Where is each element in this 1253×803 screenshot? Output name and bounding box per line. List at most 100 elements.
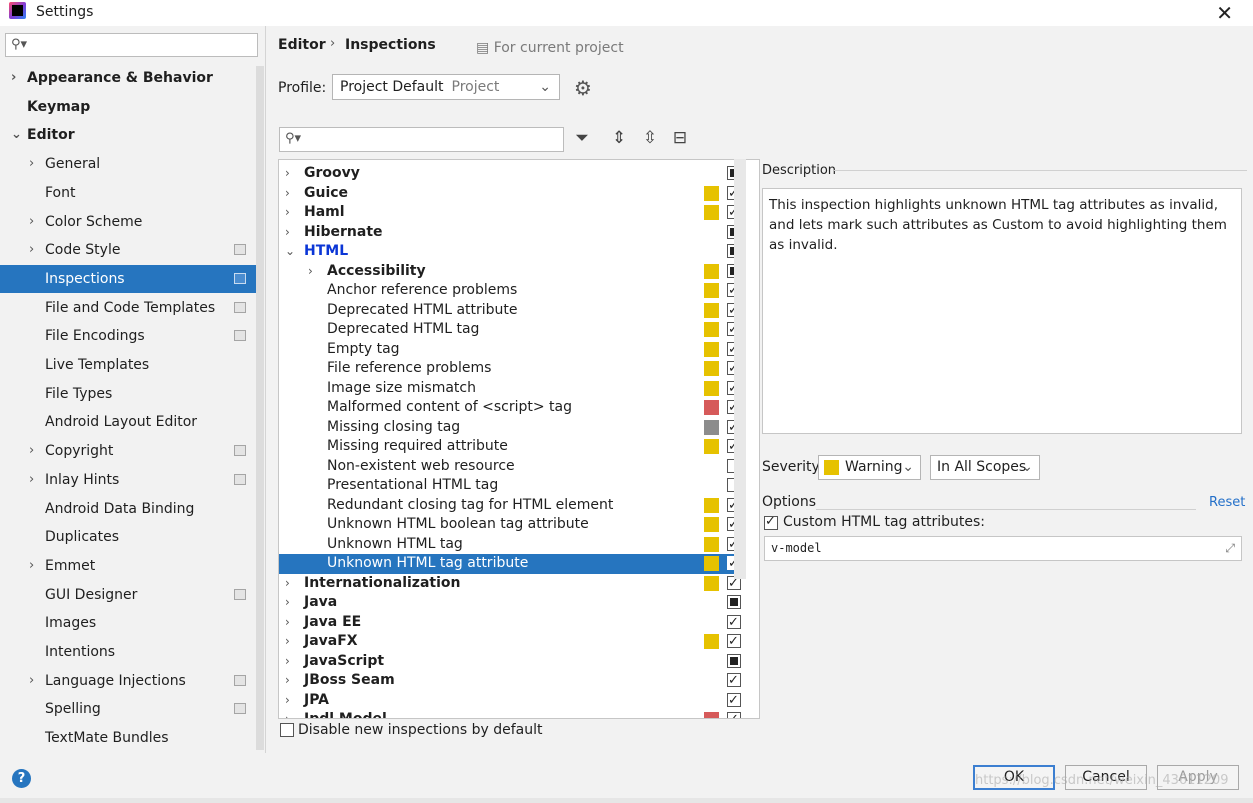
inspection-row[interactable]: › Guice	[279, 184, 745, 204]
chevron-right-icon[interactable]: ›	[285, 593, 290, 612]
chevron-right-icon[interactable]: ›	[29, 437, 34, 465]
chevron-right-icon[interactable]: ›	[285, 710, 290, 718]
sidebar-item-editor[interactable]: ⌄ Editor	[0, 121, 256, 149]
sidebar-item-font[interactable]: Font	[0, 179, 256, 207]
inspection-checkbox[interactable]	[727, 710, 741, 718]
inspection-row[interactable]: › Groovy	[279, 164, 745, 184]
breadcrumb-editor[interactable]: Editor	[278, 37, 326, 53]
inspection-row[interactable]: › Internationalization	[279, 574, 745, 594]
chevron-right-icon[interactable]: ›	[285, 184, 290, 203]
close-icon[interactable]: ✕	[1216, 1, 1233, 25]
sidebar-item-spelling[interactable]: Spelling	[0, 695, 256, 723]
sidebar-item-intentions[interactable]: Intentions	[0, 638, 256, 666]
chevron-right-icon[interactable]: ›	[285, 632, 290, 651]
collapse-all-icon[interactable]: ⇳	[639, 128, 661, 148]
inspection-row[interactable]: Missing required attribute	[279, 437, 745, 457]
chevron-right-icon[interactable]: ›	[308, 262, 313, 281]
inspection-row[interactable]: ⌄ HTML	[279, 242, 745, 262]
chevron-right-icon[interactable]: ›	[29, 150, 34, 178]
sidebar-item-code-style[interactable]: › Code Style	[0, 236, 256, 264]
sidebar-item-live-templates[interactable]: Live Templates	[0, 351, 256, 379]
sidebar-item-appearance-behavior[interactable]: › Appearance & Behavior	[0, 64, 256, 92]
chevron-down-icon[interactable]: ⌄	[11, 121, 22, 149]
chevron-right-icon[interactable]: ›	[29, 552, 34, 580]
inspection-row[interactable]: File reference problems	[279, 359, 745, 379]
inspection-row[interactable]: Unknown HTML boolean tag attribute	[279, 515, 745, 535]
sidebar-item-color-scheme[interactable]: › Color Scheme	[0, 208, 256, 236]
chevron-down-icon[interactable]: ⌄	[285, 242, 295, 261]
inspection-row[interactable]: Deprecated HTML tag	[279, 320, 745, 340]
sidebar-item-file-and-code-templates[interactable]: File and Code Templates	[0, 294, 256, 322]
chevron-right-icon[interactable]: ›	[285, 223, 290, 242]
chevron-right-icon[interactable]: ›	[285, 671, 290, 690]
inspection-row[interactable]: Image size mismatch	[279, 379, 745, 399]
inspection-row[interactable]: › Java EE	[279, 613, 745, 633]
inspection-row[interactable]: Unknown HTML tag attribute	[279, 554, 745, 574]
inspection-row[interactable]: Empty tag	[279, 340, 745, 360]
chevron-right-icon[interactable]: ›	[285, 164, 290, 183]
inspection-row[interactable]: › Jpdl Model	[279, 710, 745, 718]
disable-new-inspections-checkbox[interactable]	[280, 723, 294, 737]
inspection-row[interactable]: Unknown HTML tag	[279, 535, 745, 555]
sidebar-item-file-encodings[interactable]: File Encodings	[0, 322, 256, 350]
help-icon[interactable]: ?	[12, 769, 31, 788]
inspection-checkbox[interactable]	[727, 632, 741, 651]
inspection-row[interactable]: › Hibernate	[279, 223, 745, 243]
sidebar-item-general[interactable]: › General	[0, 150, 256, 178]
custom-attrs-field[interactable]: v-model ⤢	[764, 536, 1242, 561]
inspection-row[interactable]: Malformed content of <script> tag	[279, 398, 745, 418]
sidebar-item-gui-designer[interactable]: GUI Designer	[0, 581, 256, 609]
inspection-row[interactable]: › JavaScript	[279, 652, 745, 672]
reset-to-default-icon[interactable]: ⊟	[669, 128, 691, 148]
sidebar-item-images[interactable]: Images	[0, 609, 256, 637]
sidebar-scrollbar[interactable]	[256, 66, 264, 750]
inspection-filter-input[interactable]: ⚲▾	[279, 127, 564, 152]
chevron-right-icon[interactable]: ›	[285, 574, 290, 593]
sidebar-item-file-types[interactable]: File Types	[0, 380, 256, 408]
chevron-right-icon[interactable]: ›	[285, 203, 290, 222]
inspection-checkbox[interactable]	[727, 595, 741, 609]
settings-search-input[interactable]: ⚲▾	[5, 33, 258, 57]
chevron-right-icon[interactable]: ›	[285, 613, 290, 632]
sidebar-item-emmet[interactable]: › Emmet	[0, 552, 256, 580]
inspection-row[interactable]: Redundant closing tag for HTML element	[279, 496, 745, 516]
inspection-row[interactable]: › Accessibility	[279, 262, 745, 282]
sidebar-item-language-injections[interactable]: › Language Injections	[0, 667, 256, 695]
sidebar-item-android-layout-editor[interactable]: Android Layout Editor	[0, 408, 256, 436]
sidebar-item-android-data-binding[interactable]: Android Data Binding	[0, 495, 256, 523]
inspection-scrollbar[interactable]	[734, 159, 746, 579]
inspection-row[interactable]: › JPA	[279, 691, 745, 711]
inspection-checkbox[interactable]	[727, 653, 741, 668]
expand-icon[interactable]: ⤢	[1225, 537, 1235, 560]
sidebar-item-inspections[interactable]: Inspections	[0, 264, 256, 293]
inspection-checkbox[interactable]	[727, 671, 741, 690]
chevron-right-icon[interactable]: ›	[29, 208, 34, 236]
reset-link[interactable]: Reset	[1209, 495, 1245, 510]
inspection-checkbox[interactable]	[727, 691, 741, 710]
sidebar-item-textmate-bundles[interactable]: TextMate Bundles	[0, 724, 256, 752]
filter-icon[interactable]: ⏷	[571, 128, 593, 148]
chevron-right-icon[interactable]: ›	[29, 466, 34, 494]
inspection-row[interactable]: › Java	[279, 593, 745, 613]
chevron-right-icon[interactable]: ›	[29, 236, 34, 264]
inspection-row[interactable]: Anchor reference problems	[279, 281, 745, 301]
severity-dropdown[interactable]: Warning ⌄	[818, 455, 921, 480]
inspection-row[interactable]: Presentational HTML tag	[279, 476, 745, 496]
expand-all-icon[interactable]: ⇕	[608, 128, 630, 148]
custom-attrs-checkbox[interactable]	[764, 514, 778, 530]
scope-dropdown[interactable]: In All Scopes ⌄	[930, 455, 1040, 480]
inspection-row[interactable]: Non-existent web resource	[279, 457, 745, 477]
inspection-row[interactable]: › JavaFX	[279, 632, 745, 652]
sidebar-item-inlay-hints[interactable]: › Inlay Hints	[0, 466, 256, 494]
inspection-checkbox[interactable]	[727, 613, 741, 632]
inspection-row[interactable]: Missing closing tag	[279, 418, 745, 438]
inspection-row[interactable]: › JBoss Seam	[279, 671, 745, 691]
chevron-right-icon[interactable]: ›	[29, 667, 34, 695]
gear-icon[interactable]: ⚙	[574, 76, 592, 100]
sidebar-item-duplicates[interactable]: Duplicates	[0, 523, 256, 551]
chevron-right-icon[interactable]: ›	[285, 691, 290, 710]
inspection-row[interactable]: › Haml	[279, 203, 745, 223]
chevron-right-icon[interactable]: ›	[11, 64, 16, 92]
sidebar-item-keymap[interactable]: Keymap	[0, 93, 256, 121]
sidebar-item-copyright[interactable]: › Copyright	[0, 437, 256, 465]
